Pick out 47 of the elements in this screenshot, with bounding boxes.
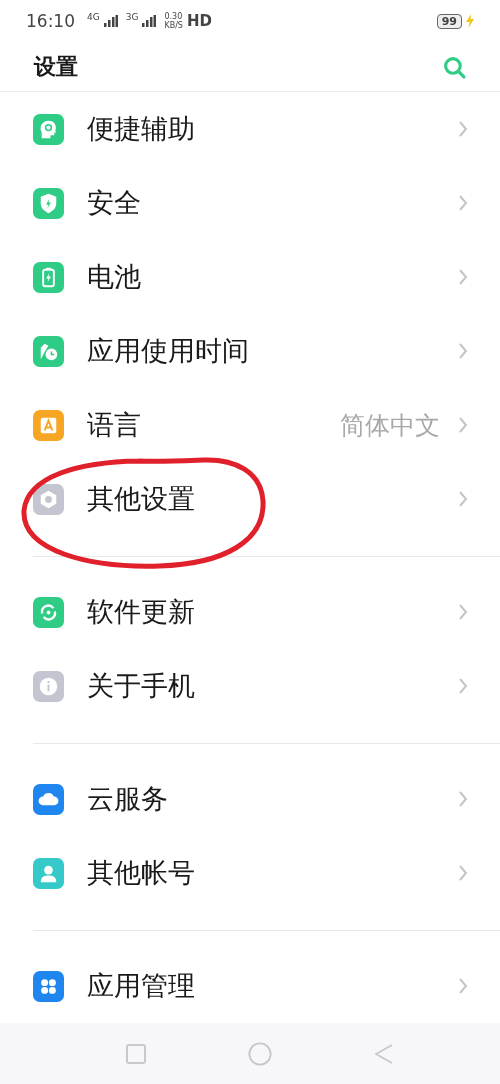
- chevron-icon: [458, 977, 468, 996]
- hd-label: HD: [186, 12, 212, 31]
- item-label: 应用使用时间: [87, 334, 249, 369]
- chevron-icon: [458, 416, 468, 435]
- item-label: 关于手机: [87, 669, 195, 704]
- chevron-icon: [458, 790, 468, 809]
- settings-item[interactable]: 软件更新: [0, 575, 500, 650]
- settings-item[interactable]: 应用使用时间: [0, 314, 500, 389]
- recents-icon[interactable]: [124, 1041, 148, 1066]
- chevron-icon: [458, 194, 468, 213]
- chevron-icon: [458, 120, 468, 139]
- item-label: 语言: [87, 408, 141, 443]
- network-label: 3G: [125, 12, 139, 23]
- battery-level: 99: [436, 13, 462, 29]
- settings-item[interactable]: 语言 简体中文: [0, 388, 500, 463]
- item-label: 安全: [87, 186, 141, 221]
- settings-item[interactable]: 应用管理: [0, 949, 500, 1024]
- chevron-icon: [458, 490, 468, 509]
- search-icon[interactable]: [442, 54, 467, 80]
- chevron-icon: [458, 677, 468, 696]
- settings-item[interactable]: 关于手机: [0, 649, 500, 724]
- item-label: 应用管理: [87, 969, 195, 1004]
- settings-item[interactable]: 电池: [0, 240, 500, 315]
- chevron-icon: [458, 268, 468, 287]
- item-label: 便捷辅助: [87, 112, 195, 147]
- item-value: 简体中文: [340, 409, 440, 442]
- speed-unit: KB/S: [164, 21, 183, 31]
- chevron-icon: [458, 603, 468, 622]
- signal-icon: [103, 15, 118, 28]
- network-label: 4G: [87, 12, 100, 23]
- item-label: 云服务: [87, 782, 168, 817]
- speed-value: 0.30: [164, 12, 183, 22]
- page-title: 设置: [34, 53, 78, 82]
- status-time: 16:10: [26, 11, 75, 32]
- item-label: 软件更新: [87, 595, 195, 630]
- settings-item[interactable]: 云服务: [0, 762, 500, 837]
- settings-item[interactable]: 其他帐号: [0, 836, 500, 911]
- home-icon[interactable]: [248, 1041, 272, 1066]
- item-label: 电池: [87, 260, 141, 295]
- settings-item[interactable]: 其他设置: [0, 462, 500, 537]
- settings-item[interactable]: 安全: [0, 166, 500, 241]
- item-label: 其他设置: [87, 482, 195, 517]
- chevron-icon: [458, 342, 468, 361]
- signal-icon: [142, 15, 157, 28]
- settings-item[interactable]: 便捷辅助: [0, 92, 500, 167]
- chevron-icon: [458, 864, 468, 883]
- item-label: 其他帐号: [87, 856, 195, 891]
